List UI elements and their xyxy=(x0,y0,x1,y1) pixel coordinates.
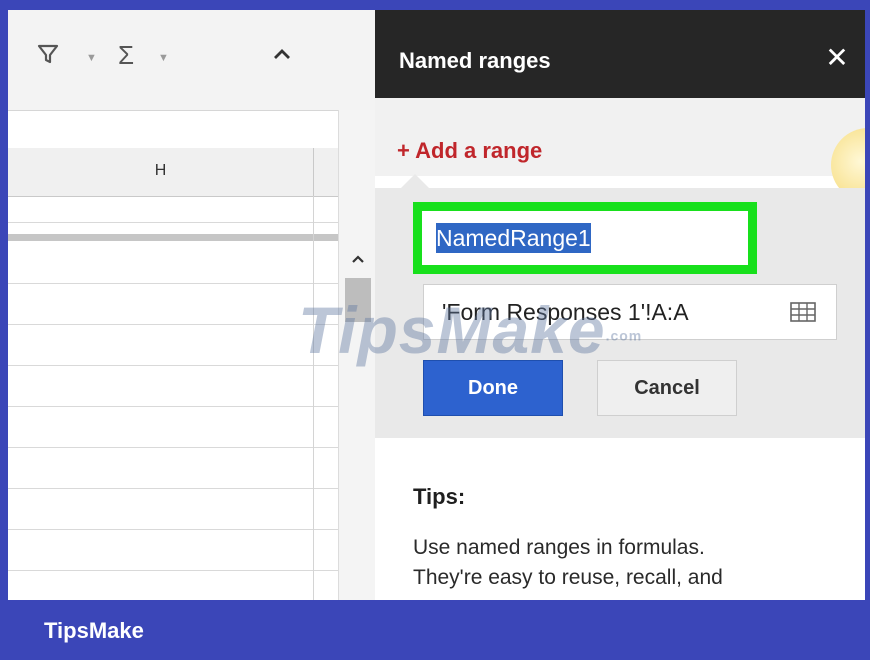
screenshot-frame: ▼ Σ ▼ H Named ranges ✕ + Add a range Nam… xyxy=(8,10,865,600)
filter-icon[interactable] xyxy=(36,42,60,70)
watermark-suffix: .com xyxy=(605,327,643,344)
grid-row-line xyxy=(8,222,338,223)
column-separator xyxy=(313,148,314,196)
grid-row-line xyxy=(8,365,338,366)
grid-row-line xyxy=(8,570,338,571)
grid-row-line xyxy=(8,324,338,325)
grid-row-line xyxy=(8,406,338,407)
add-range-link[interactable]: + Add a range xyxy=(397,138,542,164)
selected-name-text: NamedRange1 xyxy=(436,223,591,253)
sigma-icon[interactable]: Σ xyxy=(118,42,134,68)
scroll-up-icon[interactable] xyxy=(345,248,371,274)
done-button[interactable]: Done xyxy=(423,360,563,416)
footer-brand: TipsMake xyxy=(44,618,144,643)
column-label: H xyxy=(154,162,167,179)
cancel-button[interactable]: Cancel xyxy=(597,360,737,416)
grid-row-line xyxy=(8,529,338,530)
watermark-text: TipsMake xyxy=(298,293,606,367)
column-header-h[interactable]: H xyxy=(8,148,338,197)
edit-box-pointer xyxy=(401,174,429,188)
grid-icon[interactable] xyxy=(788,299,818,325)
panel-title: Named ranges xyxy=(399,48,551,73)
tips-heading: Tips: xyxy=(413,484,466,509)
close-icon[interactable]: ✕ xyxy=(823,44,851,72)
functions-dropdown-caret-icon[interactable]: ▼ xyxy=(158,52,169,64)
grid-column-line xyxy=(313,196,314,600)
grid-row-line xyxy=(8,488,338,489)
panel-header: Named ranges ✕ xyxy=(375,10,865,98)
tips-text-line-1: Use named ranges in formulas. xyxy=(413,536,705,559)
add-range-row: + Add a range xyxy=(375,98,865,176)
tips-text-line-2: They're easy to reuse, recall, and xyxy=(413,566,723,589)
spreadsheet-toolbar: ▼ Σ ▼ xyxy=(8,10,375,111)
filter-dropdown-caret-icon[interactable]: ▼ xyxy=(86,52,97,64)
grid-row-line xyxy=(8,283,338,284)
range-name-input[interactable]: NamedRange1 xyxy=(422,211,748,265)
grid-row-line xyxy=(8,447,338,448)
watermark: TipsMake.com xyxy=(298,292,642,368)
frozen-row-divider[interactable] xyxy=(8,234,338,241)
chevron-up-icon[interactable] xyxy=(270,42,294,70)
